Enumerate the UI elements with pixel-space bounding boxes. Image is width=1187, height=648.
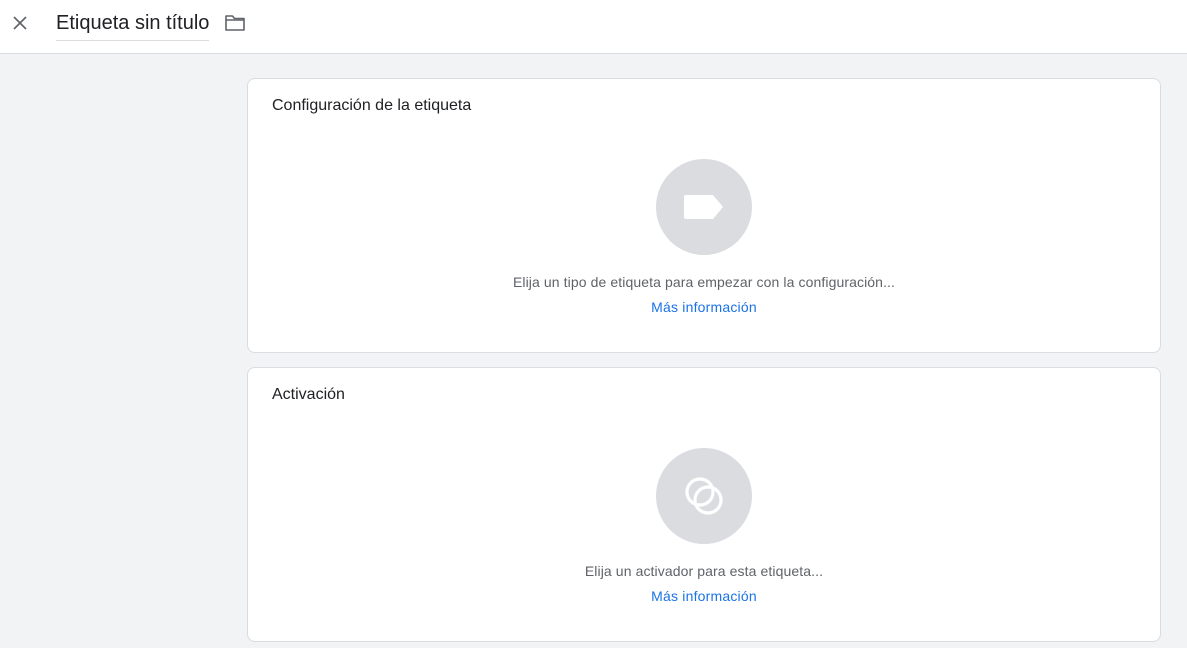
close-icon xyxy=(13,16,27,30)
tag-configuration-hint: Elija un tipo de etiqueta para empezar c… xyxy=(512,274,896,290)
page-title: Etiqueta sin título xyxy=(56,12,210,34)
trigger-icon xyxy=(685,477,723,515)
tag-configuration-learn-more-link[interactable]: Más información xyxy=(651,298,757,316)
tag-type-selector[interactable] xyxy=(656,159,752,255)
trigger-selector[interactable] xyxy=(656,448,752,544)
triggering-learn-more-link[interactable]: Más información xyxy=(651,587,757,605)
tag-configuration-card: Configuración de la etiqueta Elija un ti… xyxy=(247,78,1161,353)
triggering-hint: Elija un activador para esta etiqueta... xyxy=(584,563,824,579)
triggering-card: Activación Elija un activador para esta … xyxy=(247,367,1161,642)
tag-configuration-title: Configuración de la etiqueta xyxy=(272,97,472,114)
folder-button[interactable] xyxy=(223,11,247,35)
tag-configuration-body[interactable]: Elija un tipo de etiqueta para empezar c… xyxy=(248,159,1160,316)
tag-icon xyxy=(684,195,723,219)
folder-icon xyxy=(225,15,245,31)
tag-name-field[interactable]: Etiqueta sin título xyxy=(56,9,210,41)
top-bar: Etiqueta sin título xyxy=(0,0,1187,54)
close-button[interactable] xyxy=(8,11,32,35)
triggering-title: Activación xyxy=(272,386,345,403)
triggering-body[interactable]: Elija un activador para esta etiqueta...… xyxy=(248,448,1160,605)
